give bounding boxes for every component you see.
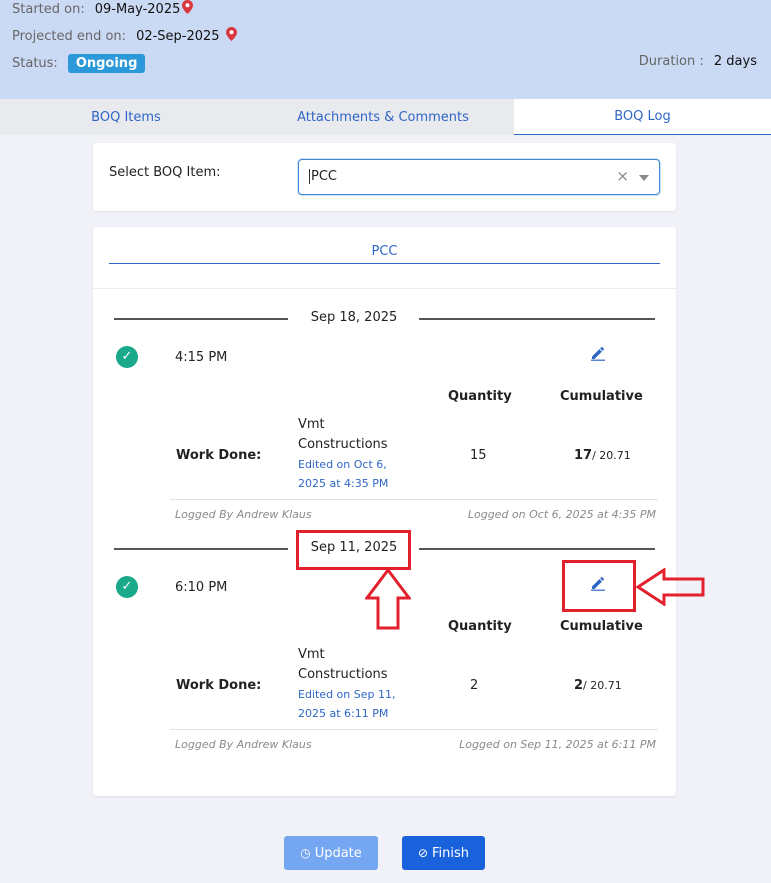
boq-log-card: PCC Sep 18, 2025 ✓ 4:15 PM Quantity Cumu… bbox=[93, 227, 676, 796]
tab-boq-items[interactable]: BOQ Items bbox=[0, 99, 252, 135]
started-value: 09-May-2025 bbox=[94, 1, 181, 17]
cumulative-amount: 17 bbox=[574, 448, 593, 463]
cumulative-total: / 20.71 bbox=[592, 449, 631, 462]
finish-button-label: Finish bbox=[432, 845, 470, 861]
date-separator: Sep 18, 2025 bbox=[114, 308, 655, 328]
cumulative-amount: 2 bbox=[574, 678, 584, 693]
up-arrow-annotation bbox=[365, 568, 411, 630]
work-done-contractor: Vmt Constructions bbox=[298, 417, 388, 452]
divider bbox=[93, 288, 676, 289]
entry-date: Sep 18, 2025 bbox=[310, 310, 398, 325]
projected-value: 02-Sep-2025 bbox=[136, 28, 220, 44]
cumulative-header: Cumulative bbox=[560, 389, 643, 404]
started-label: Started on: bbox=[12, 1, 85, 17]
tab-attachments-comments[interactable]: Attachments & Comments bbox=[252, 99, 514, 135]
projected-label: Projected end on: bbox=[12, 28, 127, 44]
clear-icon[interactable]: × bbox=[616, 167, 629, 185]
entry-time: 4:15 PM bbox=[175, 350, 228, 365]
cumulative-header: Cumulative bbox=[560, 619, 643, 634]
edited-note: Edited on Sep 11, 2025 at 6:11 PM bbox=[298, 688, 396, 720]
chevron-down-icon[interactable] bbox=[639, 175, 649, 181]
check-circle-outline-icon: ⊘ bbox=[417, 846, 429, 860]
duration-label: Duration : bbox=[638, 54, 704, 69]
work-done-label: Work Done: bbox=[176, 448, 262, 463]
tab-bar: BOQ Items Attachments & Comments BOQ Log bbox=[0, 99, 771, 135]
divider bbox=[170, 499, 658, 500]
tab-boq-log[interactable]: BOQ Log bbox=[514, 99, 771, 135]
clock-icon: ◷ bbox=[300, 846, 311, 860]
date-highlight-box bbox=[296, 530, 411, 570]
update-button-label: Update bbox=[314, 845, 362, 861]
duration: Duration : 2 days bbox=[639, 54, 757, 69]
quantity-header: Quantity bbox=[448, 389, 512, 404]
logged-by: Logged By Andrew Klaus bbox=[175, 508, 312, 521]
logged-on: Logged on Sep 11, 2025 at 6:11 PM bbox=[459, 738, 656, 751]
map-pin-icon[interactable] bbox=[182, 0, 194, 18]
left-arrow-annotation bbox=[636, 568, 705, 606]
logged-by: Logged By Andrew Klaus bbox=[175, 738, 312, 751]
projected-row: Projected end on: 02-Sep-2025 bbox=[12, 27, 237, 45]
log-item-title: PCC bbox=[109, 244, 660, 264]
status-row: Status: Ongoing bbox=[12, 54, 146, 73]
status-label: Status: bbox=[12, 56, 58, 71]
select-boq-label: Select BOQ Item: bbox=[109, 165, 221, 180]
map-pin-icon[interactable] bbox=[225, 27, 237, 45]
check-circle-icon: ✓ bbox=[116, 576, 138, 598]
started-row: Started on: 09-May-2025 bbox=[12, 0, 194, 18]
work-done-label: Work Done: bbox=[176, 678, 262, 693]
cumulative-value: 2/ 20.71 bbox=[574, 678, 622, 693]
quantity-value: 2 bbox=[470, 678, 479, 693]
entry-time: 6:10 PM bbox=[175, 580, 228, 595]
finish-button[interactable]: ⊘ Finish bbox=[402, 836, 485, 870]
pencil-icon[interactable] bbox=[590, 345, 606, 365]
select-boq-card: Select BOQ Item: PCC × bbox=[93, 143, 676, 211]
edited-note: Edited on Oct 6, 2025 at 4:35 PM bbox=[298, 458, 389, 490]
boq-item-select[interactable]: PCC × bbox=[298, 159, 660, 195]
update-button[interactable]: ◷ Update bbox=[284, 836, 378, 870]
logged-on: Logged on Oct 6, 2025 at 4:35 PM bbox=[467, 508, 656, 521]
boq-item-select-value: PCC bbox=[309, 169, 337, 184]
project-header: Started on: 09-May-2025 Projected end on… bbox=[0, 0, 771, 99]
quantity-header: Quantity bbox=[448, 619, 512, 634]
cumulative-value: 17/ 20.71 bbox=[574, 448, 631, 463]
edit-highlight-box bbox=[562, 560, 636, 612]
duration-value: 2 days bbox=[713, 54, 757, 69]
check-circle-icon: ✓ bbox=[116, 346, 138, 368]
status-badge: Ongoing bbox=[67, 54, 146, 73]
cumulative-total: / 20.71 bbox=[583, 679, 622, 692]
quantity-value: 15 bbox=[470, 448, 487, 463]
divider bbox=[170, 729, 658, 730]
work-done-contractor: Vmt Constructions bbox=[298, 647, 388, 682]
